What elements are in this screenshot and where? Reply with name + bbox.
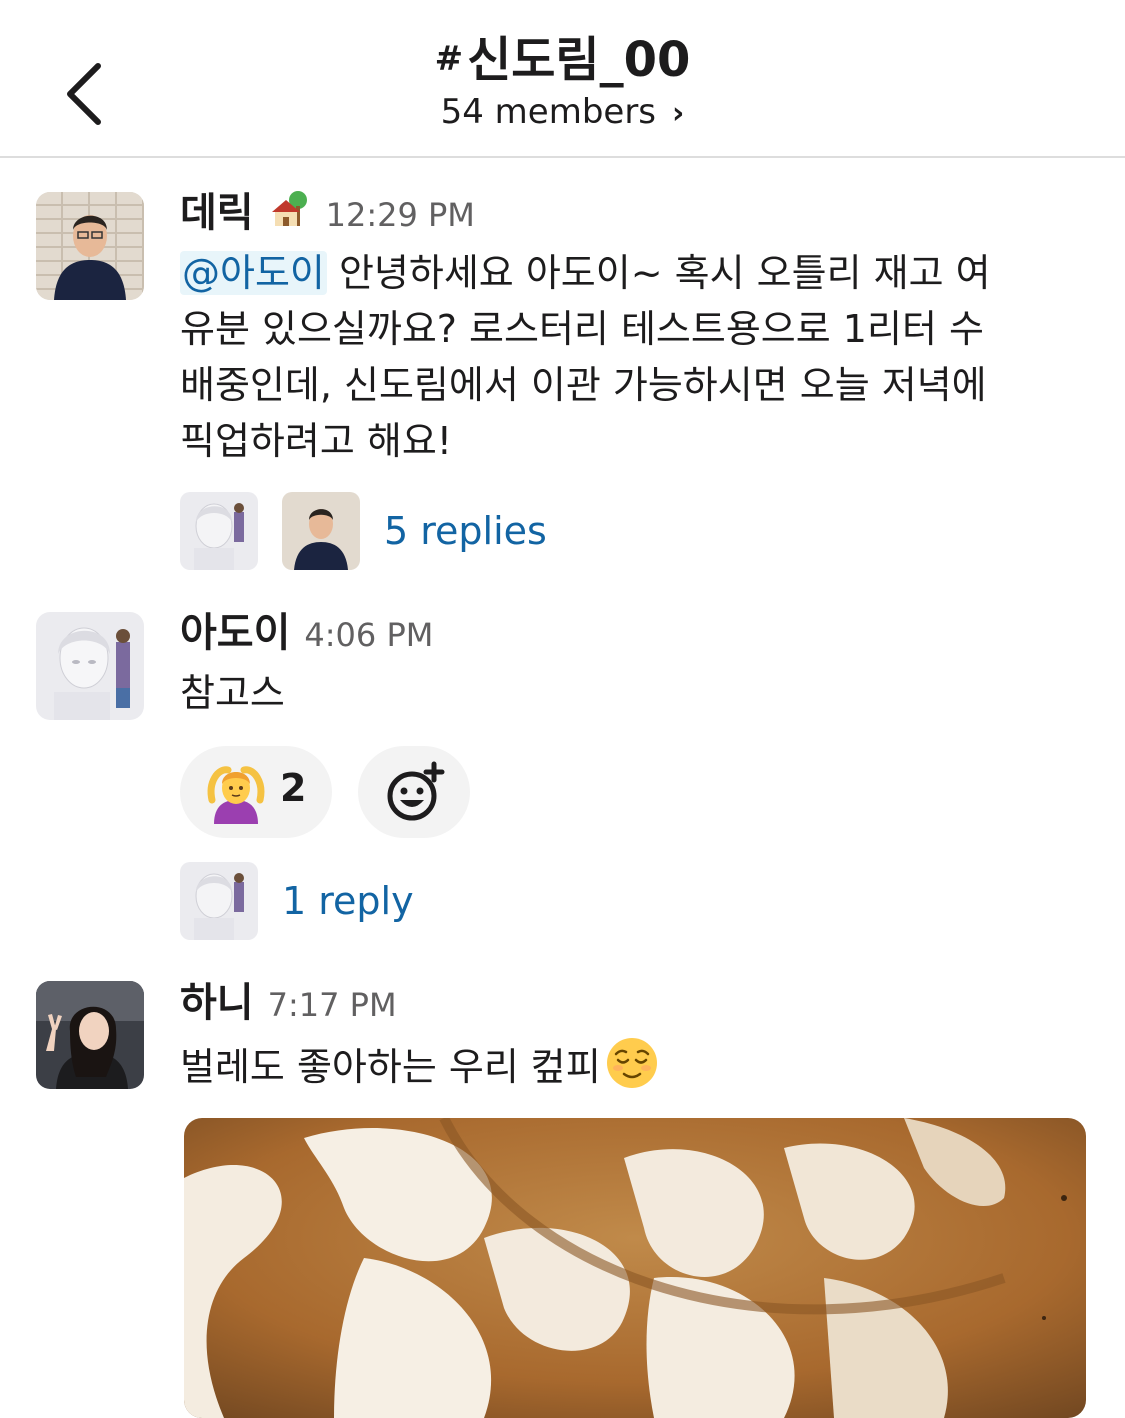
- thread-summary[interactable]: 1 reply: [180, 862, 414, 940]
- avatar: [180, 862, 258, 940]
- avatar: [282, 492, 360, 570]
- latte-art-photo[interactable]: [184, 1118, 1086, 1418]
- avatar[interactable]: [36, 981, 144, 1089]
- avatar[interactable]: [36, 612, 144, 720]
- message-body: 참고스: [180, 665, 1100, 721]
- message-header: 하니 7:17 PM: [180, 970, 397, 1028]
- timestamp: 12:29 PM: [325, 196, 475, 234]
- channel-title[interactable]: #신도림_00: [0, 20, 1125, 90]
- message-header: 아도이 4:06 PM: [180, 600, 433, 658]
- author-name[interactable]: 하니: [180, 980, 254, 1026]
- reaction-count: 2: [280, 766, 307, 810]
- house-with-tree-icon: [268, 190, 312, 230]
- avatar[interactable]: [36, 192, 144, 300]
- hash-icon: #: [434, 39, 464, 79]
- add-reaction-icon: [387, 761, 445, 821]
- timestamp: 7:17 PM: [267, 986, 397, 1024]
- message-text: 픽업하려고 해요!: [180, 419, 453, 463]
- person-gesturing-ok-icon: [207, 766, 265, 824]
- channel-name: 신도림_00: [467, 32, 691, 88]
- message-header: 데릭 12:29 PM: [180, 180, 475, 238]
- author-name[interactable]: 데릭: [180, 190, 254, 236]
- reaction-pill[interactable]: 2: [180, 746, 332, 838]
- message-text: 배중인데, 신도림에서 이관 가능하시면 오늘 저녁에: [180, 363, 987, 407]
- author-name[interactable]: 아도이: [180, 610, 290, 656]
- replies-link[interactable]: 1 reply: [282, 879, 414, 923]
- chevron-right-icon: ›: [672, 96, 685, 131]
- message-text: 유분 있으실까요? 로스터리 테스트용으로 1리터 수: [180, 307, 984, 351]
- thread-summary[interactable]: 5 replies: [180, 492, 547, 570]
- message-text: 벌레도 좋아하는 우리 컾피: [180, 1045, 601, 1089]
- message-text: 참고스: [180, 671, 285, 715]
- user-mention[interactable]: @아도이: [180, 251, 327, 295]
- relieved-face-icon: [606, 1038, 657, 1088]
- timestamp: 4:06 PM: [304, 616, 434, 654]
- members-button[interactable]: 54 members ›: [0, 92, 1125, 132]
- avatar: [180, 492, 258, 570]
- add-reaction-button[interactable]: [358, 746, 470, 838]
- channel-header: #신도림_00 54 members ›: [0, 0, 1125, 158]
- message-text: 안녕하세요 아도이~ 혹시 오틀리 재고 여: [326, 251, 991, 295]
- members-count: 54 members: [440, 92, 657, 132]
- replies-link[interactable]: 5 replies: [384, 509, 547, 553]
- message-body: @아도이 안녕하세요 아도이~ 혹시 오틀리 재고 여 유분 있으실까요? 로스…: [180, 245, 1100, 469]
- message-body: 벌레도 좋아하는 우리 컾피: [180, 1036, 1100, 1095]
